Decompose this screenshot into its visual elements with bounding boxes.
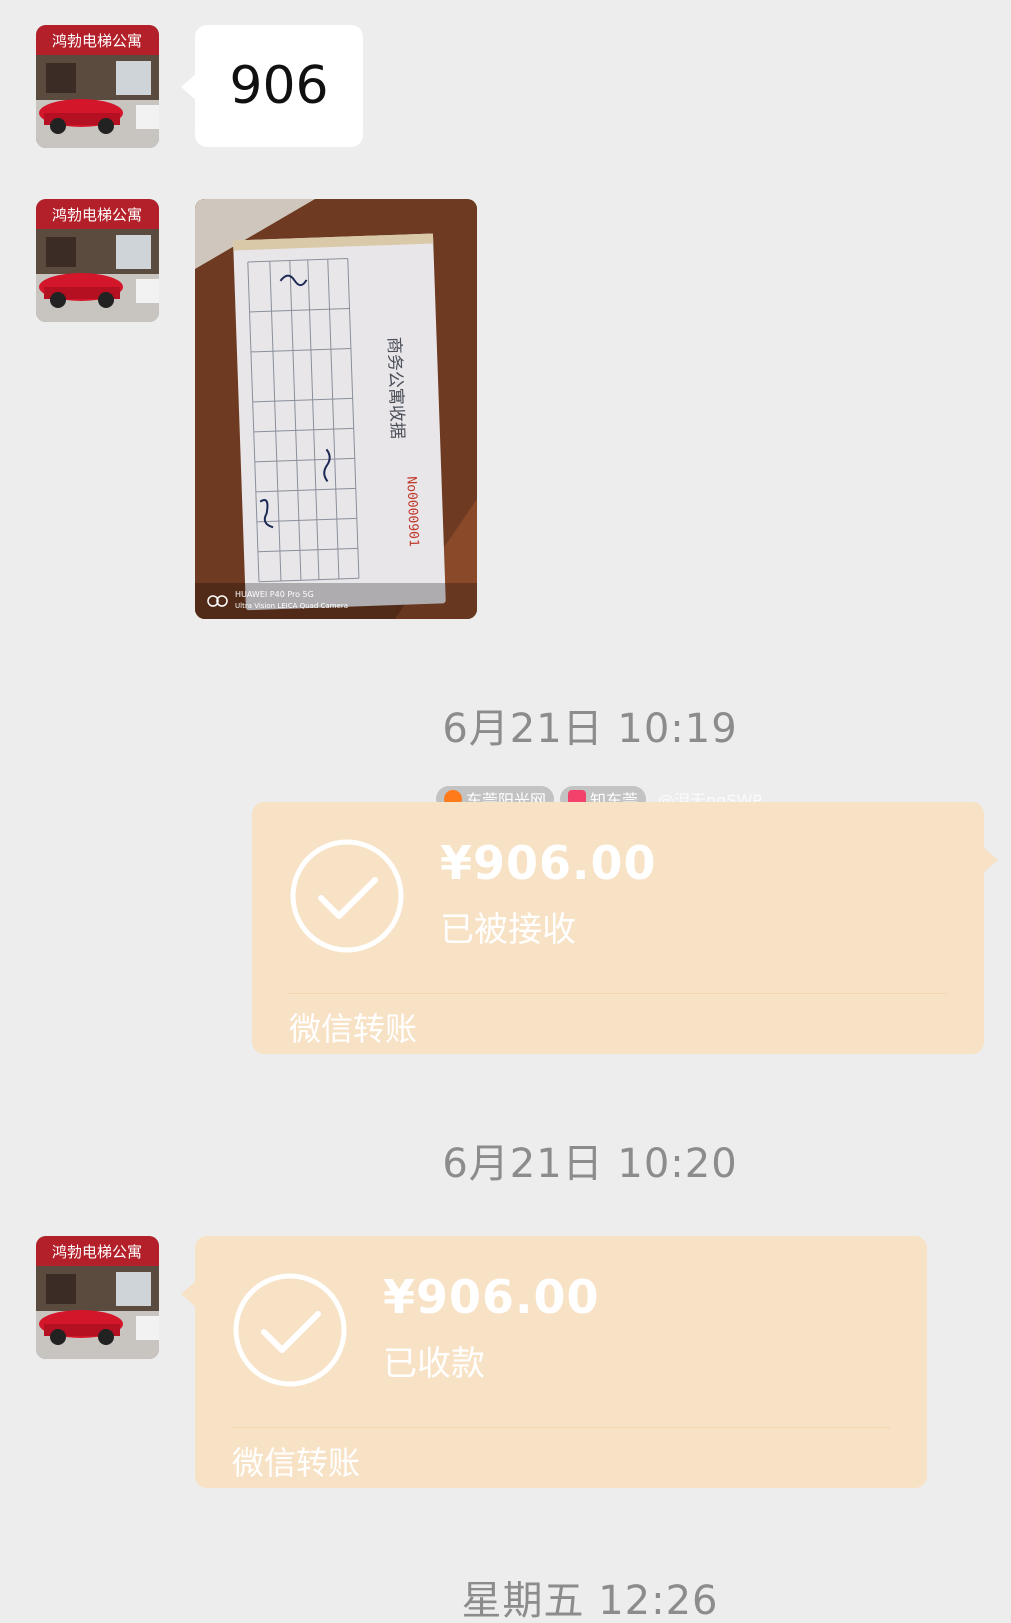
avatar-sign: 鸿勃电梯公寓 [52,206,142,224]
camera-watermark-line2: Ultra Vision LEICA Quad Camera [235,602,348,610]
transfer-amount: ¥906.00 [383,1270,600,1324]
transfer-sent-card[interactable]: ¥906.00 已被接收 微信转账 [252,802,998,1054]
avatar-sign: 鸿勃电梯公寓 [52,1243,142,1261]
transfer-divider [289,993,947,994]
check-circle-icon [233,1273,347,1387]
transfer-footer-label: 微信转账 [289,1010,418,1048]
camera-watermark-line1: HUAWEI P40 Pro 5G [235,590,314,599]
storefront-avatar-image: 鸿勃电梯公寓 [36,1236,159,1359]
storefront-avatar-image: 鸿勃电梯公寓 [36,25,159,148]
photo-message[interactable]: 商务公寓收据 No0000901 HUAWEI P40 Pro 5G Ultra… [195,199,477,619]
chat-window[interactable]: 鸿勃电梯公寓 906 鸿勃电梯公寓 商务公寓收据 No0000901 HUAWE… [0,0,1011,1623]
storefront-avatar-image: 鸿勃电梯公寓 [36,199,159,322]
timestamp: 6月21日 10:19 [442,706,738,752]
receipt-number: No0000901 [403,476,420,547]
transfer-amount: ¥906.00 [440,836,657,890]
contact-avatar[interactable]: 鸿勃电梯公寓 [36,199,159,322]
avatar-sign: 鸿勃电梯公寓 [52,32,142,50]
timestamp: 星期五 12:26 [461,1578,719,1623]
check-circle-icon [290,839,404,953]
receipt-title: 商务公寓收据 [384,337,408,440]
message-text: 906 [229,56,329,116]
contact-avatar[interactable]: 鸿勃电梯公寓 [36,25,159,148]
transfer-status: 已收款 [383,1344,485,1384]
receipt-photo: 商务公寓收据 No0000901 HUAWEI P40 Pro 5G Ultra… [195,199,477,619]
text-message-bubble[interactable]: 906 [181,25,363,147]
transfer-received-card[interactable]: ¥906.00 已收款 微信转账 [181,1236,927,1488]
transfer-divider [232,1427,890,1428]
contact-avatar[interactable]: 鸿勃电梯公寓 [36,1236,159,1359]
transfer-footer-label: 微信转账 [232,1444,361,1482]
timestamp: 6月21日 10:20 [442,1141,738,1187]
transfer-status: 已被接收 [440,910,576,950]
